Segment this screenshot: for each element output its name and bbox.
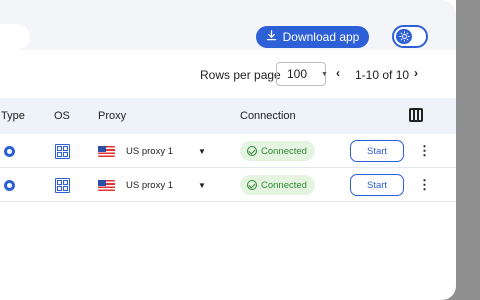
next-page-button[interactable]: › (414, 66, 418, 80)
check-circle-icon (247, 180, 257, 190)
start-label: Start (350, 140, 404, 162)
download-app-button[interactable]: Download app (256, 26, 369, 48)
page-range: 1-10 of 10 (355, 68, 410, 82)
us-flag-icon (98, 168, 115, 202)
columns-icon[interactable] (409, 108, 423, 122)
proxy-dropdown-button[interactable]: ▼ (198, 168, 206, 202)
column-type[interactable]: Type (1, 110, 25, 122)
column-os[interactable]: OS (54, 110, 70, 122)
browser-icon (4, 168, 15, 202)
top-bar: Download app (0, 0, 456, 50)
check-circle-icon (247, 146, 257, 156)
search-input[interactable] (0, 24, 30, 50)
column-connection[interactable]: Connection (240, 110, 296, 122)
windows-icon (55, 168, 70, 202)
start-button[interactable]: Start (350, 134, 404, 168)
rows-per-page-label: Rows per page (200, 68, 281, 82)
rows-per-page-select[interactable]: 100 ▼ (276, 62, 328, 86)
theme-toggle[interactable] (392, 25, 428, 48)
status-badge: Connected (240, 134, 315, 168)
status-label: Connected (261, 145, 307, 157)
us-flag-icon (98, 134, 115, 168)
proxy-dropdown-button[interactable]: ▼ (198, 134, 206, 168)
more-options-icon[interactable]: ⋮ (418, 134, 431, 168)
download-app-label: Download app (282, 30, 360, 44)
main-panel: Download app Rows per page 100 ▼ ‹ 1-10 … (0, 0, 456, 300)
table-row: US proxy 1 ▼ Connected Start ⋮ (0, 168, 456, 202)
start-button[interactable]: Start (350, 168, 404, 202)
proxy-name: US proxy 1 (126, 145, 173, 157)
caret-down-icon: ▼ (321, 70, 328, 78)
prev-page-button[interactable]: ‹ (336, 66, 340, 80)
status-badge: Connected (240, 168, 315, 202)
status-label: Connected (261, 179, 307, 191)
start-label: Start (350, 174, 404, 196)
browser-icon (4, 134, 15, 168)
rows-per-page-value: 100 (287, 67, 308, 81)
more-options-icon[interactable]: ⋮ (418, 168, 431, 202)
download-icon (266, 30, 277, 44)
column-proxy[interactable]: Proxy (98, 110, 126, 122)
pagination-bar: Rows per page 100 ▼ ‹ 1-10 of 10 › (0, 62, 456, 86)
table-row: US proxy 1 ▼ Connected Start ⋮ (0, 134, 456, 168)
proxy-name: US proxy 1 (126, 179, 173, 191)
table-header: Type OS Proxy Connection (0, 98, 456, 134)
windows-icon (55, 134, 70, 168)
sun-icon (396, 29, 412, 44)
